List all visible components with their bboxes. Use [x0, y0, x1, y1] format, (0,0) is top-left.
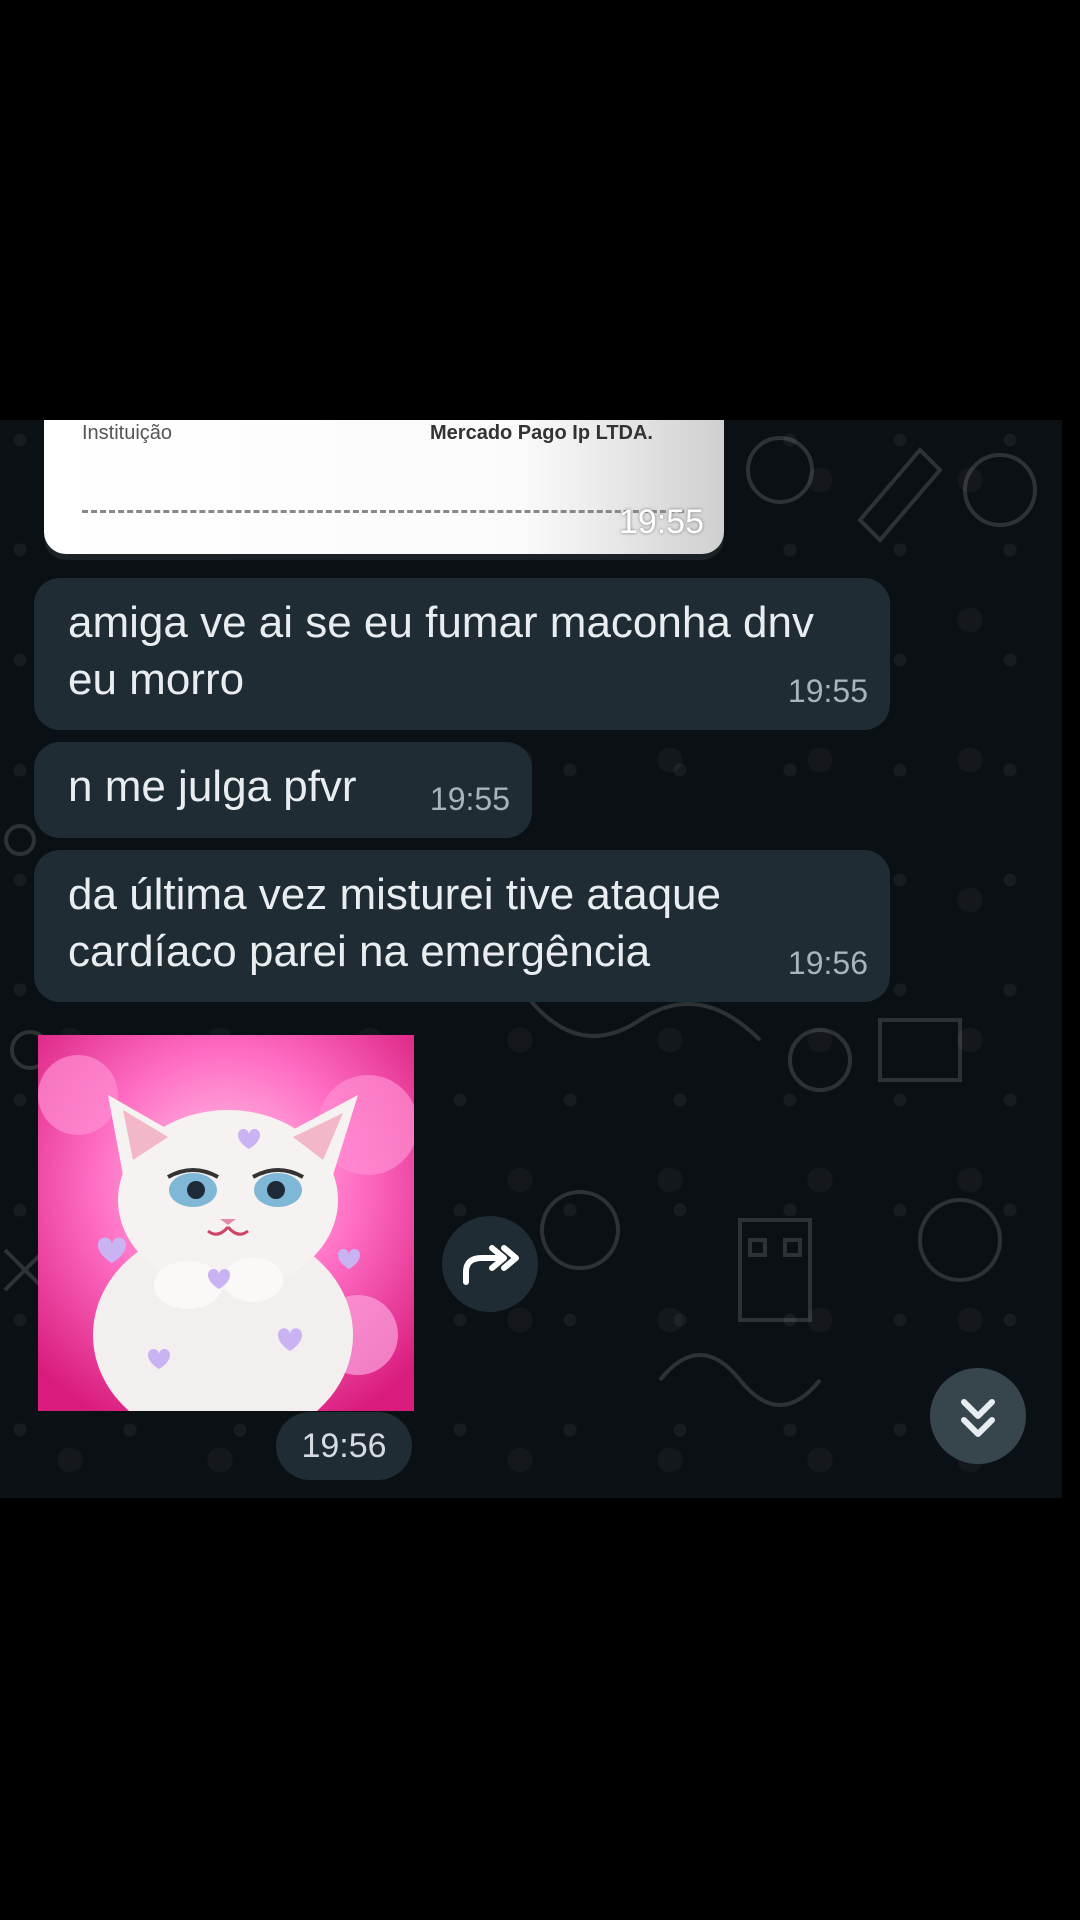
double-chevron-down-icon: [961, 1399, 995, 1437]
message-bubble[interactable]: n me julga pfvr 19:55: [34, 742, 532, 838]
message-time: 19:55: [429, 781, 510, 817]
wallpaper-doodle-icon: [746, 436, 1037, 543]
message-text: amiga ve ai se eu fumar maconha dnv eu m…: [68, 598, 814, 704]
message-bubble[interactable]: da última vez misturei tive ataque cardí…: [34, 850, 890, 1002]
message-time: 19:55: [787, 673, 868, 709]
scroll-to-bottom-button[interactable]: [930, 1368, 1026, 1464]
receipt-institution-value: Mercado Pago Ip LTDA.: [430, 422, 653, 444]
chat-area[interactable]: Instituição Mercado Pago Ip LTDA. 19:55 …: [0, 420, 1062, 1498]
message-text: da última vez misturei tive ataque cardí…: [68, 870, 721, 976]
wallpaper-doodle-icon: [528, 998, 962, 1092]
message-time: 19:55: [618, 503, 704, 541]
sticker-image[interactable]: [38, 1035, 414, 1411]
message-time: 19:56: [787, 945, 868, 981]
message-time: 19:56: [276, 1412, 412, 1480]
forward-button[interactable]: [442, 1216, 538, 1312]
receipt-image-message[interactable]: Instituição Mercado Pago Ip LTDA. 19:55: [44, 420, 724, 554]
receipt-institution-label: Instituição: [82, 422, 173, 444]
message-bubble[interactable]: amiga ve ai se eu fumar maconha dnv eu m…: [34, 578, 890, 730]
forward-icon: [463, 1245, 519, 1285]
receipt-divider: [82, 510, 684, 513]
